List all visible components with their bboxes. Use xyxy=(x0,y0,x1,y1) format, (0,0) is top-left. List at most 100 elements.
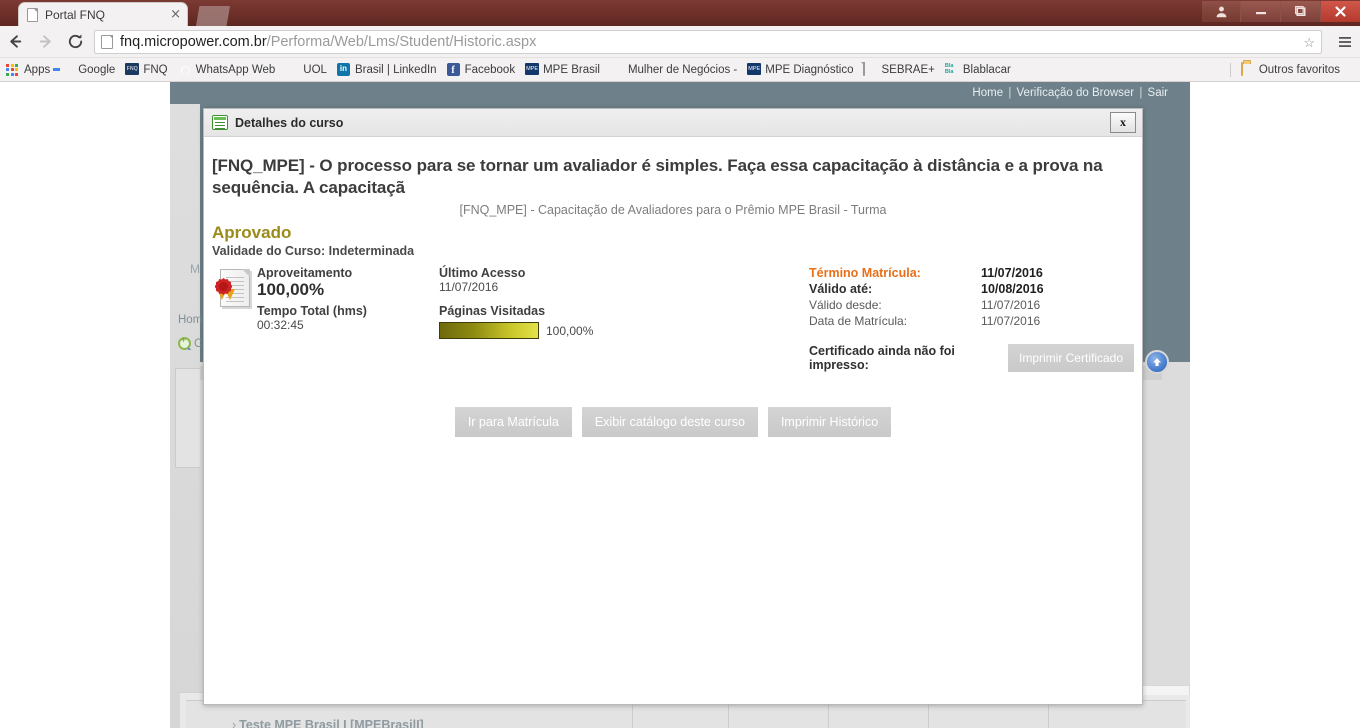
minimize-button[interactable] xyxy=(1240,1,1280,22)
bookmark-blablacar[interactable]: Bla Bla Blablacar xyxy=(945,63,1011,77)
go-to-enrollment-button[interactable]: Ir para Matrícula xyxy=(454,407,572,437)
whatsapp-icon xyxy=(178,63,192,77)
bookmark-mulher-de-negocios[interactable]: Mulher de Negócios - xyxy=(610,63,737,77)
bookmark-label: MPE Diagnóstico xyxy=(765,63,854,76)
pages-visited-label: Páginas Visitadas xyxy=(439,304,546,318)
document-icon xyxy=(863,61,877,77)
chrome-menu-button[interactable] xyxy=(1330,27,1360,57)
new-tab-button[interactable] xyxy=(196,6,230,26)
link-home[interactable]: Home xyxy=(972,87,1003,99)
user-profile-icon[interactable] xyxy=(1202,1,1240,22)
bookmark-label: WhatsApp Web xyxy=(195,63,276,76)
bookmark-uol[interactable]: UOL xyxy=(285,63,327,77)
link-browser-check[interactable]: Verificação do Browser xyxy=(1017,87,1135,99)
bookmark-linkedin[interactable]: in Brasil | LinkedIn xyxy=(336,62,437,77)
uol-icon xyxy=(285,63,299,77)
bookmark-label: FNQ xyxy=(143,63,168,76)
blablacar-icon: Bla Bla xyxy=(944,63,954,75)
arrow-up-icon xyxy=(1153,358,1161,366)
background-row-label[interactable]: › Teste MPE Brasil I [MPEBrasilI] xyxy=(232,718,424,728)
course-details-dialog: Detalhes do curso x [FNQ_MPE] - O proces… xyxy=(203,108,1143,705)
show-course-catalog-button[interactable]: Exibir catálogo deste curso xyxy=(581,407,758,437)
enrollment-row: Válido desde: 11/07/2016 xyxy=(809,298,1134,312)
course-status: Aprovado xyxy=(212,223,292,242)
tab-close-icon[interactable]: × xyxy=(170,8,181,21)
folder-icon xyxy=(1240,61,1255,77)
forward-button[interactable] xyxy=(30,27,60,57)
enrollment-row: Término Matrícula: 11/07/2016 xyxy=(809,266,1134,280)
url-text: fnq.micropower.com.br/Performa/Web/Lms/S… xyxy=(120,34,536,50)
tab-strip: Portal FNQ × xyxy=(0,0,1360,26)
enrollment-row: Data de Matrícula: 11/07/2016 xyxy=(809,314,1134,328)
bookmark-apps[interactable]: Apps xyxy=(6,63,50,77)
browser-titlebar: Portal FNQ × xyxy=(0,0,1360,26)
enrollment-key: Válido desde: xyxy=(809,298,882,312)
last-access-label: Último Acesso xyxy=(439,266,526,280)
topbar-separator: | xyxy=(1008,87,1012,99)
print-certificate-button[interactable]: Imprimir Certificado xyxy=(1007,344,1134,372)
topbar-links: Home | Verificação do Browser | Sair xyxy=(972,87,1168,99)
bookmark-label: Blablacar xyxy=(962,63,1011,76)
dialog-action-buttons: Ir para Matrícula Exibir catálogo deste … xyxy=(204,407,1142,437)
enrollment-value: 11/07/2016 xyxy=(981,298,1041,312)
background-row-label-text: Teste MPE Brasil I [MPEBrasilI] xyxy=(239,718,424,728)
certificate-seal-icon xyxy=(212,269,258,311)
bookmark-star-icon[interactable]: ☆ xyxy=(1303,35,1315,51)
progress-bar-fill xyxy=(439,322,539,339)
bookmark-label: Apps xyxy=(24,63,51,76)
url-host: fnq.micropower.com.br xyxy=(120,33,267,50)
address-bar[interactable]: fnq.micropower.com.br/Performa/Web/Lms/S… xyxy=(94,29,1322,54)
course-validity: Validade do Curso: Indeterminada xyxy=(212,244,415,258)
facebook-icon: f xyxy=(446,62,461,77)
window-close-button[interactable] xyxy=(1320,1,1360,22)
course-info-grid: Aproveitamento 100,00% Tempo Total (hms)… xyxy=(204,266,1142,396)
dialog-header: Detalhes do curso x xyxy=(204,109,1142,137)
expand-caret-icon[interactable]: › xyxy=(232,718,236,728)
access-column: Último Acesso 11/07/2016 Páginas Visitad… xyxy=(439,266,769,339)
progress-percent-label: 100,00% xyxy=(546,323,594,338)
tab-title: Portal FNQ xyxy=(45,7,106,22)
bookmark-mpe-brasil[interactable]: MPE MPE Brasil xyxy=(525,62,600,77)
enrollment-column: Término Matrícula: 11/07/2016 Válido até… xyxy=(809,266,1134,372)
back-button[interactable] xyxy=(0,27,30,57)
reload-button[interactable] xyxy=(60,27,90,57)
fnq-icon: FNQ xyxy=(125,62,140,77)
bookmark-fnq[interactable]: FNQ FNQ xyxy=(125,62,168,77)
window-controls xyxy=(1202,0,1360,22)
bookmark-google[interactable]: Google xyxy=(60,63,115,77)
enrollment-value: 10/08/2016 xyxy=(981,282,1044,296)
site-topbar: Home | Verificação do Browser | Sair xyxy=(170,82,1190,104)
tab-favicon-icon xyxy=(25,7,39,22)
enrollment-key: Término Matrícula: xyxy=(809,266,921,280)
background-fragment-m: M xyxy=(190,262,200,276)
link-logout[interactable]: Sair xyxy=(1148,87,1168,99)
bookmark-label: MPE Brasil xyxy=(543,63,600,76)
bookmark-label: UOL xyxy=(303,63,327,76)
print-history-button[interactable]: Imprimir Histórico xyxy=(767,407,892,437)
bookmark-label: SEBRAE+ xyxy=(881,63,935,76)
bookmark-label: Google xyxy=(78,63,116,76)
page-info-icon[interactable] xyxy=(101,34,113,49)
pages-visited-progress: 100,00% xyxy=(439,322,769,339)
other-bookmarks-button[interactable]: Outros favoritos xyxy=(1229,61,1344,77)
dialog-close-button[interactable]: x xyxy=(1110,112,1136,133)
bookmark-label: Mulher de Negócios - xyxy=(627,63,738,76)
certificate-status-text: Certificado ainda não foi impresso: xyxy=(809,344,955,372)
enrollment-value: 11/07/2016 xyxy=(981,266,1043,280)
enrollment-key: Válido até: xyxy=(809,282,873,296)
scroll-to-top-button[interactable] xyxy=(1145,350,1169,374)
background-search-fragment[interactable]: C xyxy=(178,337,202,350)
browser-tab[interactable]: Portal FNQ × xyxy=(18,2,188,26)
bookmark-whatsapp-web[interactable]: WhatsApp Web xyxy=(178,63,276,77)
bookmark-mpe-diagnostico[interactable]: MPE MPE Diagnóstico xyxy=(747,62,854,77)
dialog-body: [FNQ_MPE] - O processo para se tornar um… xyxy=(204,137,1142,704)
page-viewport: Home | Verificação do Browser | Sair M H… xyxy=(0,82,1360,728)
topbar-separator: | xyxy=(1139,87,1143,99)
enrollment-key: Data de Matrícula: xyxy=(809,314,908,328)
bookmark-facebook[interactable]: f Facebook xyxy=(446,62,515,77)
background-fragment-search-label: C xyxy=(194,337,203,350)
navigation-toolbar: fnq.micropower.com.br/Performa/Web/Lms/S… xyxy=(0,26,1360,58)
maximize-button[interactable] xyxy=(1280,1,1320,22)
course-subtitle: [FNQ_MPE] - Capacitação de Avaliadores p… xyxy=(459,203,887,217)
bookmark-sebrae[interactable]: SEBRAE+ xyxy=(863,61,935,77)
